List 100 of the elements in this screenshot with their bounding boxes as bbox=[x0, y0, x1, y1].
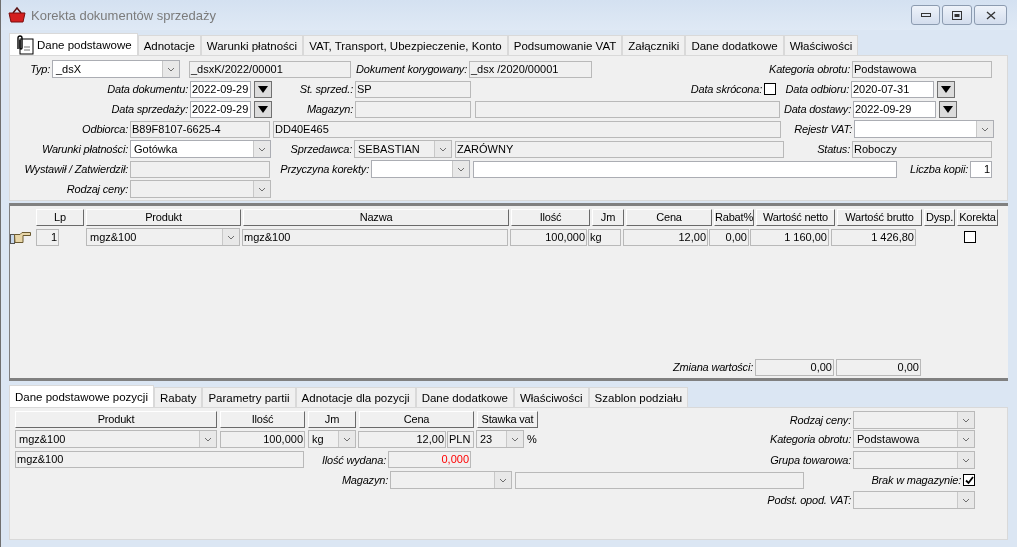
dropdown[interactable]: Podstawowa bbox=[853, 430, 975, 448]
field-label: St. sprzed.: bbox=[298, 83, 354, 95]
dropdown[interactable]: mgz&100 bbox=[15, 430, 217, 448]
text-field[interactable]: 2022-09-29 bbox=[190, 100, 251, 118]
table-cell[interactable]: 1 160,00 bbox=[750, 228, 829, 246]
column-header[interactable]: Lp bbox=[36, 209, 84, 226]
column-header[interactable]: Cena bbox=[626, 209, 712, 226]
dropdown[interactable]: kg bbox=[308, 430, 356, 448]
text-field[interactable]: 12,00 bbox=[358, 430, 446, 448]
column-header[interactable]: Nazwa bbox=[243, 209, 509, 226]
field-label: Rodzaj ceny: bbox=[65, 183, 129, 195]
column-header[interactable]: Produkt bbox=[86, 209, 241, 226]
caret-icon bbox=[957, 431, 974, 447]
tab[interactable]: VAT, Transport, Ubezpieczenie, Konto bbox=[303, 35, 508, 55]
text-field[interactable]: ZARÓWNY bbox=[455, 140, 784, 158]
tab[interactable]: Załączniki bbox=[622, 35, 686, 55]
text-field[interactable]: SP bbox=[355, 80, 471, 98]
column-header[interactable]: Ilość bbox=[511, 209, 590, 226]
tab[interactable]: Adnotacje dla pozycji bbox=[295, 387, 416, 407]
dropdown[interactable] bbox=[853, 450, 975, 469]
checkbox[interactable] bbox=[963, 474, 975, 486]
text-field[interactable] bbox=[130, 160, 270, 178]
text-field[interactable]: mgz&100 bbox=[15, 451, 304, 468]
tab[interactable]: Podsumowanie VAT bbox=[507, 35, 623, 55]
tab[interactable]: Dane podstawowe pozycji bbox=[9, 385, 154, 407]
date-picker-button[interactable] bbox=[939, 100, 957, 118]
dropdown[interactable]: mgz&100 bbox=[86, 228, 240, 246]
table-cell[interactable]: 0,00 bbox=[836, 358, 921, 376]
percent-sign: % bbox=[527, 433, 537, 445]
caret-icon bbox=[222, 229, 239, 245]
text-field[interactable] bbox=[473, 160, 897, 178]
date-picker-button[interactable] bbox=[937, 80, 955, 98]
text-field[interactable] bbox=[355, 100, 471, 118]
text-field[interactable]: _dsx /2020/00001 bbox=[469, 60, 592, 78]
column-header[interactable]: Cena bbox=[359, 411, 474, 428]
table-cell[interactable]: kg bbox=[588, 228, 621, 246]
text-field[interactable]: Podstawowa bbox=[852, 60, 992, 78]
text-field[interactable]: B89F8107-6625-4 bbox=[130, 120, 270, 138]
text-field[interactable]: Roboczy bbox=[852, 140, 992, 158]
text-field[interactable]: 100,000 bbox=[220, 430, 305, 448]
caret-icon bbox=[941, 85, 951, 93]
dropdown[interactable]: Gotówka bbox=[130, 140, 271, 158]
table-cell[interactable]: 0,00 bbox=[709, 228, 749, 246]
dropdown[interactable]: 23 bbox=[476, 430, 524, 448]
text-field[interactable]: 1 bbox=[970, 160, 992, 178]
column-header[interactable]: Korekta bbox=[957, 209, 998, 226]
column-header[interactable]: Produkt bbox=[15, 411, 217, 428]
field-label: Sprzedawca: bbox=[289, 143, 353, 155]
tab[interactable]: Szablon podziału bbox=[588, 387, 689, 407]
caret-icon bbox=[957, 411, 974, 428]
tab[interactable]: Adnotacje bbox=[137, 35, 201, 55]
dropdown[interactable]: _dsX bbox=[52, 60, 180, 78]
table-cell[interactable]: mgz&100 bbox=[242, 228, 508, 246]
text-field[interactable]: 2020-07-31 bbox=[851, 80, 934, 98]
tab[interactable]: Właściwości bbox=[783, 35, 859, 55]
text-field[interactable]: 0,000 bbox=[388, 451, 471, 468]
tab[interactable]: Rabaty bbox=[153, 387, 203, 407]
tab[interactable]: Dane dodatkowe bbox=[415, 387, 514, 407]
dropdown[interactable] bbox=[390, 471, 512, 489]
column-header[interactable]: Jm bbox=[308, 411, 356, 428]
table-cell[interactable]: 100,000 bbox=[510, 228, 587, 246]
text-field[interactable] bbox=[475, 100, 780, 118]
dropdown[interactable] bbox=[853, 410, 975, 429]
column-header[interactable]: Dysp. bbox=[924, 209, 955, 226]
date-picker-button[interactable] bbox=[254, 100, 272, 118]
table-cell[interactable]: 1 426,80 bbox=[831, 228, 916, 246]
table-cell[interactable]: 0,00 bbox=[755, 358, 834, 376]
dropdown[interactable] bbox=[130, 180, 271, 198]
text-field[interactable]: DD40E465 bbox=[273, 120, 781, 138]
column-header[interactable]: Ilość bbox=[220, 411, 305, 428]
tab[interactable]: Dane dodatkowe bbox=[685, 35, 784, 55]
tab[interactable]: Dane podstawowe bbox=[9, 33, 138, 55]
column-header[interactable]: Wartość brutto bbox=[837, 209, 922, 226]
table-cell[interactable]: 1 bbox=[36, 228, 59, 246]
checkbox[interactable] bbox=[764, 83, 776, 95]
basket-icon bbox=[8, 6, 26, 24]
maximize-button[interactable] bbox=[942, 5, 972, 25]
tab[interactable]: Parametry partii bbox=[202, 387, 296, 407]
table-cell[interactable]: 12,00 bbox=[623, 228, 708, 246]
column-header[interactable]: Stawka vat bbox=[477, 411, 538, 428]
close-button[interactable] bbox=[974, 5, 1007, 25]
column-header[interactable]: Wartość netto bbox=[756, 209, 835, 226]
column-header[interactable]: Rabat% bbox=[714, 209, 754, 226]
text-field[interactable]: 2022-09-29 bbox=[190, 80, 251, 98]
tab[interactable]: Właściwości bbox=[513, 387, 589, 407]
caret-icon bbox=[943, 105, 953, 113]
caret-icon bbox=[452, 161, 469, 177]
caret-icon bbox=[434, 141, 451, 157]
minimize-button[interactable] bbox=[911, 5, 940, 25]
checkbox[interactable] bbox=[964, 231, 976, 243]
text-field[interactable]: PLN bbox=[447, 430, 474, 448]
dropdown[interactable]: SEBASTIAN bbox=[354, 140, 452, 158]
text-field[interactable]: 2022-09-29 bbox=[853, 100, 936, 118]
text-field[interactable]: _dsxK/2022/00001 bbox=[189, 60, 351, 78]
maximize-icon bbox=[952, 10, 962, 20]
column-header[interactable]: Jm bbox=[592, 209, 624, 226]
tab[interactable]: Warunki płatności bbox=[200, 35, 304, 55]
text-field[interactable] bbox=[515, 471, 804, 489]
date-picker-button[interactable] bbox=[254, 80, 272, 98]
dropdown[interactable] bbox=[371, 160, 470, 178]
